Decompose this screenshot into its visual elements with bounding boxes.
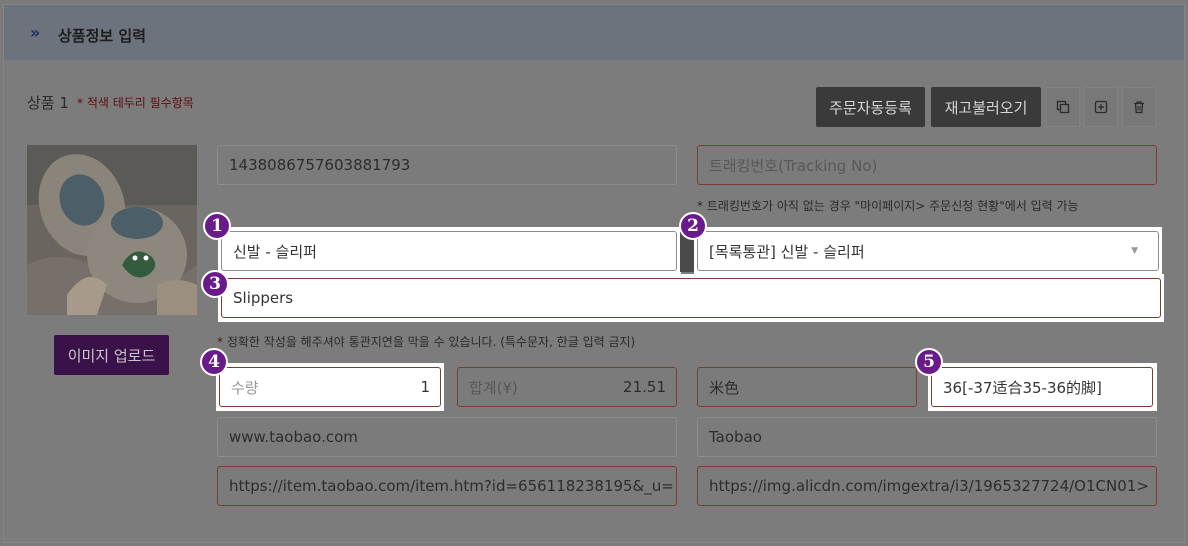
site-url-field[interactable]: www.taobao.com (217, 417, 677, 457)
auto-order-button[interactable]: 주문자동등록 (816, 87, 925, 127)
highlight-1: 신발 - 슬리퍼 (218, 227, 681, 274)
section-header: » 상품정보 입력 (4, 5, 1184, 61)
size-option-input[interactable]: 36[-37适合35-36的脚] (931, 367, 1153, 407)
english-name-input[interactable]: Slippers (221, 278, 1161, 318)
badge-4: 4 (200, 348, 228, 376)
add-icon (1094, 100, 1108, 114)
image-url-input[interactable]: https://img.alicdn.com/imgextra/i3/19653… (697, 466, 1157, 506)
copy-icon (1056, 100, 1070, 114)
badge-3: 3 (201, 270, 229, 298)
product-id-field[interactable]: 1438086757603881793 (217, 145, 677, 185)
product-image (27, 145, 197, 315)
tracking-number-input[interactable]: 트래킹번호(Tracking No) (697, 145, 1157, 185)
note-text: 정확한 작성을 해주셔야 통관지연을 막을 수 있습니다. (특수문자, 한글 … (223, 335, 636, 349)
item-title: 상품 1 (27, 94, 69, 112)
slipper-photo (27, 145, 197, 315)
badge-5: 5 (915, 348, 943, 376)
required-note: * 적색 테두리 필수항목 (77, 96, 194, 110)
category-select-value: [목록통관] 신발 - 슬리퍼 (709, 242, 865, 261)
reload-stock-button[interactable]: 재고불러오기 (931, 87, 1041, 127)
item-url-input[interactable]: https://item.taobao.com/item.htm?id=6561… (217, 466, 677, 506)
tracking-note: * 트래킹번호가 아직 없는 경우 "마이페이지> 주문신청 현황"에서 입력 … (697, 199, 1079, 213)
color-option-input[interactable]: 米色 (697, 367, 917, 407)
copy-button[interactable] (1046, 87, 1080, 127)
quantity-input[interactable]: 수량 1 (219, 367, 441, 407)
highlight-3: Slippers (218, 274, 1164, 322)
double-chevron-icon: » (30, 23, 40, 42)
category-select[interactable]: [목록통관] 신발 - 슬리퍼 ▼ (697, 231, 1159, 271)
delete-button[interactable] (1122, 87, 1156, 127)
badge-2: 2 (679, 212, 707, 240)
category-kr-input[interactable]: 신발 - 슬리퍼 (221, 231, 677, 271)
total-value: 21.51 (623, 378, 666, 396)
total-input[interactable]: 합계(¥) 21.51 (457, 367, 677, 407)
total-label: 합계(¥) (469, 378, 518, 397)
section-title: 상품정보 입력 (58, 27, 147, 45)
highlight-2: [목록통관] 신발 - 슬리퍼 ▼ (694, 227, 1162, 274)
image-upload-button[interactable]: 이미지 업로드 (54, 335, 169, 375)
add-button[interactable] (1084, 87, 1118, 127)
chevron-down-icon: ▼ (1131, 246, 1138, 256)
badge-1: 1 (203, 212, 231, 240)
site-name-field[interactable]: Taobao (697, 417, 1157, 457)
trash-icon (1134, 101, 1144, 114)
highlight-5: 36[-37适合35-36的脚] (928, 363, 1157, 411)
english-name-note: * 정확한 작성을 해주셔야 통관지연을 막을 수 있습니다. (특수문자, 한… (217, 333, 635, 350)
highlight-4: 수량 1 (216, 363, 444, 411)
quantity-label: 수량 (231, 378, 259, 397)
quantity-value: 1 (420, 378, 430, 396)
